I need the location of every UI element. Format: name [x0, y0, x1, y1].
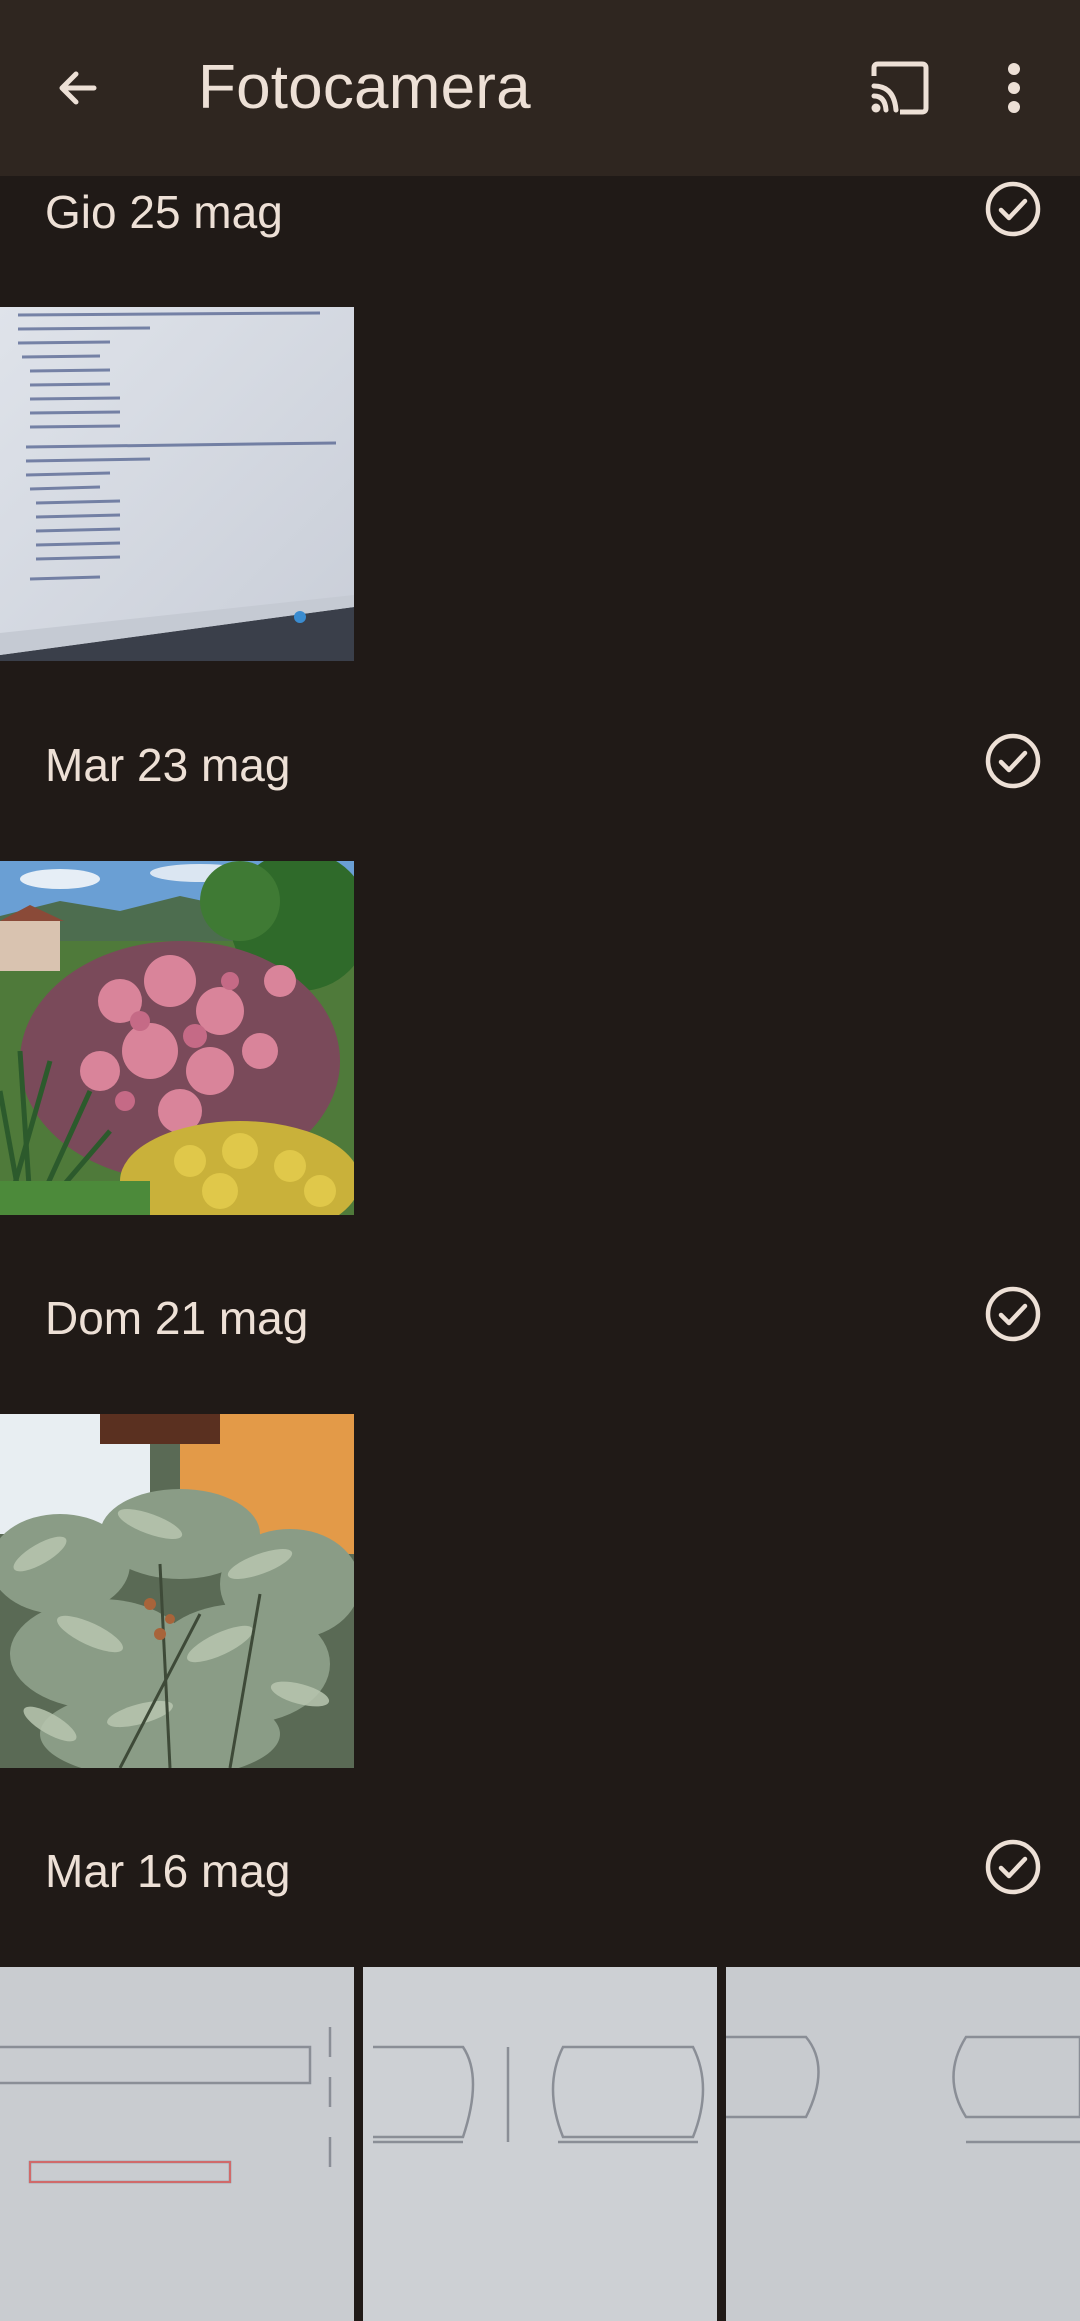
date-header: Gio 25 mag	[45, 186, 283, 238]
check-circle-icon[interactable]	[984, 1838, 1042, 1896]
photo-sketch-fianco	[0, 1967, 354, 2321]
photo-screen-doctor-schedule	[0, 307, 354, 661]
cast-button[interactable]	[856, 44, 944, 132]
photo-sketch-sotto	[726, 1967, 1080, 2321]
more-options-button[interactable]	[974, 44, 1054, 132]
more-vert-icon	[1008, 63, 1020, 113]
photo-thumbnail[interactable]	[0, 307, 354, 661]
check-circle-icon[interactable]	[984, 1285, 1042, 1343]
photo-thumbnail[interactable]	[0, 1967, 354, 2321]
photo-thumbnail[interactable]	[0, 1414, 354, 1768]
photo-leafy-plant	[0, 1414, 354, 1768]
date-header: Mar 23 mag	[45, 739, 291, 791]
check-circle-icon[interactable]	[984, 180, 1042, 238]
top-app-bar: Fotocamera	[0, 0, 1080, 176]
photo-thumbnail[interactable]	[0, 861, 354, 1215]
arrow-back-icon	[59, 71, 97, 105]
photo-flowering-shrub-garden	[0, 861, 354, 1215]
photo-thumbnail[interactable]	[726, 1967, 1080, 2321]
photo-timeline: Gio 25 mag Mar 23 mag Dom 21 mag Mar 16 …	[0, 0, 1080, 2321]
cast-icon	[871, 61, 929, 115]
date-header: Dom 21 mag	[45, 1292, 309, 1344]
date-header: Mar 16 mag	[45, 1845, 291, 1897]
check-circle-icon[interactable]	[984, 732, 1042, 790]
photo-thumbnail[interactable]	[363, 1967, 717, 2321]
back-button[interactable]	[36, 44, 120, 132]
page-title: Fotocamera	[198, 53, 531, 122]
photo-sketch-sopra-sotto	[363, 1967, 717, 2321]
